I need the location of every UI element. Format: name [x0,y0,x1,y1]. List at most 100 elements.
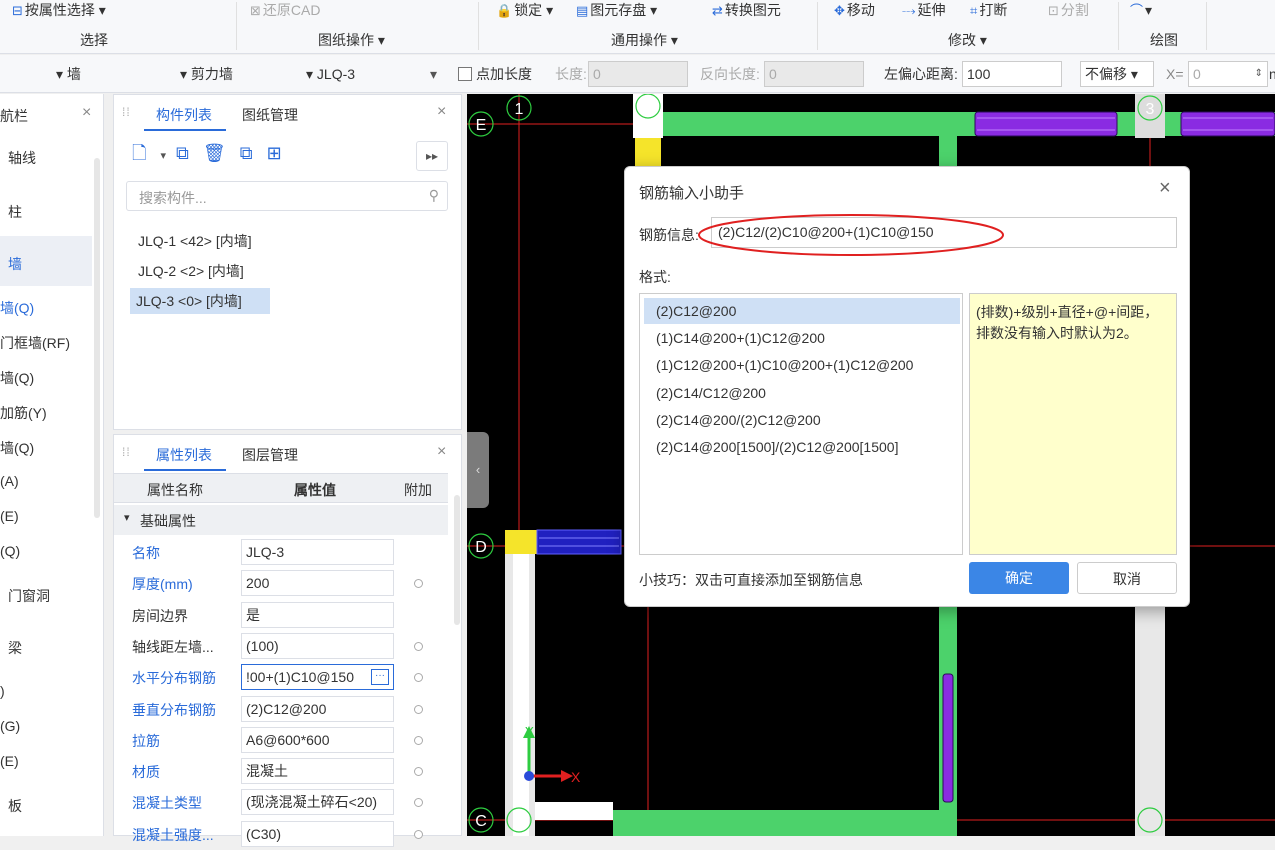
category-select[interactable]: ▾ 墙 [56,61,81,87]
reverse-length-input[interactable]: 0 [764,61,864,87]
x-input[interactable]: 0 ⇕ [1188,61,1268,87]
nav-sub-e2[interactable]: (E) [0,753,92,769]
property-value[interactable]: (C30) [241,820,394,847]
tab-drawing-manage[interactable]: 图纸管理 [242,105,298,125]
extra-radio[interactable] [414,704,423,714]
table-row[interactable]: 混凝土类型 (现浇混凝土碎石<20) [114,787,460,818]
extra-radio[interactable] [414,735,423,745]
search-input[interactable]: 搜索构件... ⚲ [126,181,448,211]
length-input[interactable]: 0 [588,61,688,87]
type-select[interactable]: ▾ 剪力墙 [180,61,233,87]
nav-sub-g[interactable]: (G) [0,718,92,734]
add-length-checkbox[interactable]: 点加长度 [458,61,532,87]
property-value[interactable]: (现浇混凝土碎石<20) [241,789,394,816]
copy-icon[interactable]: ⧉ [176,143,203,163]
nav-sub-wall-2[interactable]: 墙(Q) [0,368,92,388]
nav-sub-rebar[interactable]: 加筋(Y) [0,403,92,423]
extend-button[interactable]: ⤏ 延伸 [902,0,946,22]
restore-cad-button[interactable]: ⊠ 还原CAD [250,0,320,22]
property-value[interactable]: A6@600*600 [241,726,394,753]
extra-radio[interactable] [414,829,423,839]
new-icon[interactable]: 🗋 [132,143,160,163]
draw-arc-button[interactable]: ⌒ ▾ [1130,0,1152,22]
extra-radio[interactable] [414,767,423,777]
component-select-arrow[interactable]: ▾ [430,61,437,87]
format-item[interactable]: (1)C12@200+(1)C10@200+(1)C12@200 [644,352,960,378]
lock-button[interactable]: 🔒 锁定 ▾ [496,0,553,22]
tab-layer-manage[interactable]: 图层管理 [242,445,298,465]
close-icon[interactable]: × [1159,177,1171,200]
layer-copy-icon[interactable]: ⊞ [267,143,296,163]
ok-button[interactable]: 确定 [969,562,1069,594]
cancel-button[interactable]: 取消 [1077,562,1177,594]
nav-sub-a[interactable]: (A) [0,473,92,489]
left-offset-input[interactable]: 100 [962,61,1062,87]
table-row[interactable]: 轴线距左墙... (100) [114,631,460,662]
format-item-selected[interactable]: (2)C12@200 [644,298,960,324]
break-button[interactable]: ⌗ 打断 [970,0,1007,22]
ellipsis-button[interactable]: ··· [371,669,389,686]
nav-item-slab[interactable]: 板 [8,796,100,816]
save-elements-button[interactable]: ▤ 图元存盘 ▾ [576,0,657,22]
format-item[interactable]: (2)C14@200[1500]/(2)C12@200[1500] [644,434,960,460]
nav-sub-frame-wall[interactable]: 门框墙(RF) [0,333,92,353]
nav-sub-shear-wall[interactable]: 墙(Q) [0,298,92,318]
search-icon[interactable]: ⚲ [429,187,439,204]
format-item[interactable]: (1)C14@200+(1)C12@200 [644,325,960,351]
nav-item-column[interactable]: 柱 [8,202,100,222]
nav-item-wall[interactable]: 墙 [8,254,100,274]
table-row[interactable]: 房间边界 是 [114,600,460,631]
property-value[interactable]: JLQ-3 [241,539,394,565]
table-row[interactable]: 材质 混凝土 [114,756,460,787]
grip-icon[interactable]: ⁞⁞ [122,445,131,459]
property-value[interactable]: (2)C12@200 [241,695,394,722]
more-tools-button[interactable]: ▸▸ [416,141,448,171]
split-button[interactable]: ⊡ 分割 [1048,0,1089,22]
property-value[interactable]: 混凝土 [241,758,394,785]
convert-elements-button[interactable]: ⇄ 转换图元 [712,0,781,22]
collapse-panel-handle[interactable]: ‹ [467,432,489,508]
nav-item-beam[interactable]: 梁 [8,638,100,658]
tab-component-list[interactable]: 构件列表 [156,105,212,125]
list-item-selected[interactable]: JLQ-3 <0> [内墙] [130,288,270,314]
section-basic[interactable]: ▾ 基础属性 [114,505,448,535]
select-by-attr-button[interactable]: ⊟ 按属性选择 ▾ [12,0,106,22]
delete-icon[interactable]: 🗑 [203,143,240,163]
nav-item-openings[interactable]: 门窗洞 [8,586,100,606]
table-row[interactable]: 厚度(mm) 200 [114,568,460,599]
offset-mode-select[interactable]: 不偏移 ▾ [1080,61,1154,87]
move-button[interactable]: ✥ 移动 [834,0,875,22]
table-row[interactable]: 水平分布钢筋 !00+(1)C10@150 ··· [114,662,460,693]
table-row[interactable]: 名称 JLQ-3 [114,537,460,568]
extra-radio[interactable] [414,641,423,651]
nav-sub-beam-1[interactable]: ) [0,683,92,699]
extra-radio[interactable] [414,673,423,683]
format-item[interactable]: (2)C14@200/(2)C12@200 [644,407,960,433]
nav-item-axis[interactable]: 轴线 [8,148,100,168]
extra-radio[interactable] [414,798,423,808]
property-value[interactable]: 是 [241,601,394,628]
list-item[interactable]: JLQ-1 <42> [内墙] [132,228,258,254]
nav-sub-q[interactable]: (Q) [0,543,92,559]
extra-radio[interactable] [414,579,423,589]
close-icon[interactable]: × [82,104,91,122]
collapse-icon[interactable]: ▾ [124,511,130,524]
nav-sub-wall-3[interactable]: 墙(Q) [0,438,92,458]
list-item[interactable]: JLQ-2 <2> [内墙] [132,258,250,284]
duplicate-icon[interactable]: ⧉ [240,143,267,163]
close-icon[interactable]: × [437,103,446,121]
tab-property-list[interactable]: 属性列表 [156,445,212,465]
property-value[interactable]: 200 [241,570,394,597]
property-value[interactable]: (100) [241,632,394,659]
component-select[interactable]: ▾ JLQ-3 [306,61,355,87]
property-value[interactable]: !00+(1)C10@150 ··· [241,664,394,691]
grip-icon[interactable]: ⁞⁞ [122,105,131,119]
close-icon[interactable]: × [437,443,446,461]
format-item[interactable]: (2)C14/C12@200 [644,380,960,406]
nav-sub-e[interactable]: (E) [0,508,92,524]
spinner-icon[interactable]: ⇕ [1255,62,1263,86]
table-row[interactable]: 混凝土强度... (C30) [114,819,460,850]
table-row[interactable]: 垂直分布钢筋 (2)C12@200 [114,694,460,725]
table-row[interactable]: 拉筋 A6@600*600 [114,725,460,756]
dropdown-icon[interactable]: ▾ [160,150,176,162]
